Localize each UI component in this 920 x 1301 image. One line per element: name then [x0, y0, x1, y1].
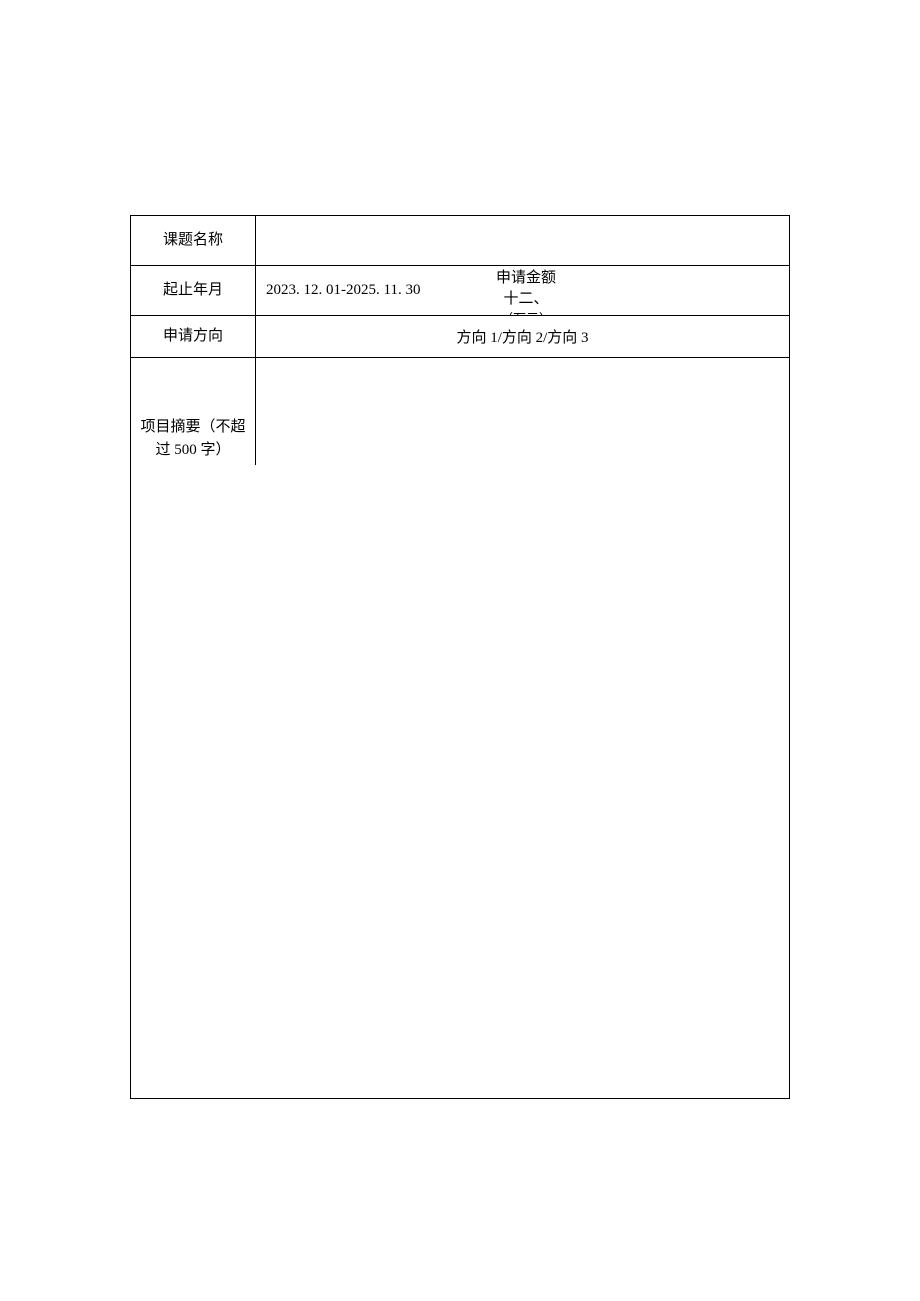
label-topic-name-text: 课题名称	[163, 229, 223, 252]
value-period: 2023. 12. 01-2025. 11. 30 申请金额 十二、 （万元）	[256, 266, 789, 315]
row-topic-name: 课题名称	[131, 216, 789, 266]
value-direction: 方向 1/方向 2/方向 3	[256, 316, 789, 357]
amount-sub2-text: （万元）	[496, 310, 556, 315]
label-summary: 项目摘要（不超过 500 字）	[131, 358, 256, 465]
amount-sub1-text: 十二、	[496, 289, 556, 310]
row-summary: 项目摘要（不超过 500 字）	[131, 358, 789, 1098]
row-direction: 申请方向 方向 1/方向 2/方向 3	[131, 316, 789, 358]
label-period-text: 起止年月	[163, 279, 223, 302]
row-period: 起止年月 2023. 12. 01-2025. 11. 30 申请金额 十二、 …	[131, 266, 789, 316]
label-period: 起止年月	[131, 266, 256, 315]
label-summary-text: 项目摘要（不超过 500 字）	[135, 416, 251, 461]
label-topic-name: 课题名称	[131, 216, 256, 265]
label-direction-text: 申请方向	[163, 325, 223, 348]
amount-block: 申请金额 十二、 （万元）	[496, 268, 556, 315]
amount-label-text: 申请金额	[496, 268, 556, 289]
value-summary	[256, 358, 789, 366]
form-table: 课题名称 起止年月 2023. 12. 01-2025. 11. 30 申请金额…	[130, 215, 790, 1099]
value-direction-text: 方向 1/方向 2/方向 3	[456, 326, 588, 347]
label-direction: 申请方向	[131, 316, 256, 357]
date-range-text: 2023. 12. 01-2025. 11. 30	[266, 282, 420, 299]
value-topic-name	[256, 216, 789, 265]
